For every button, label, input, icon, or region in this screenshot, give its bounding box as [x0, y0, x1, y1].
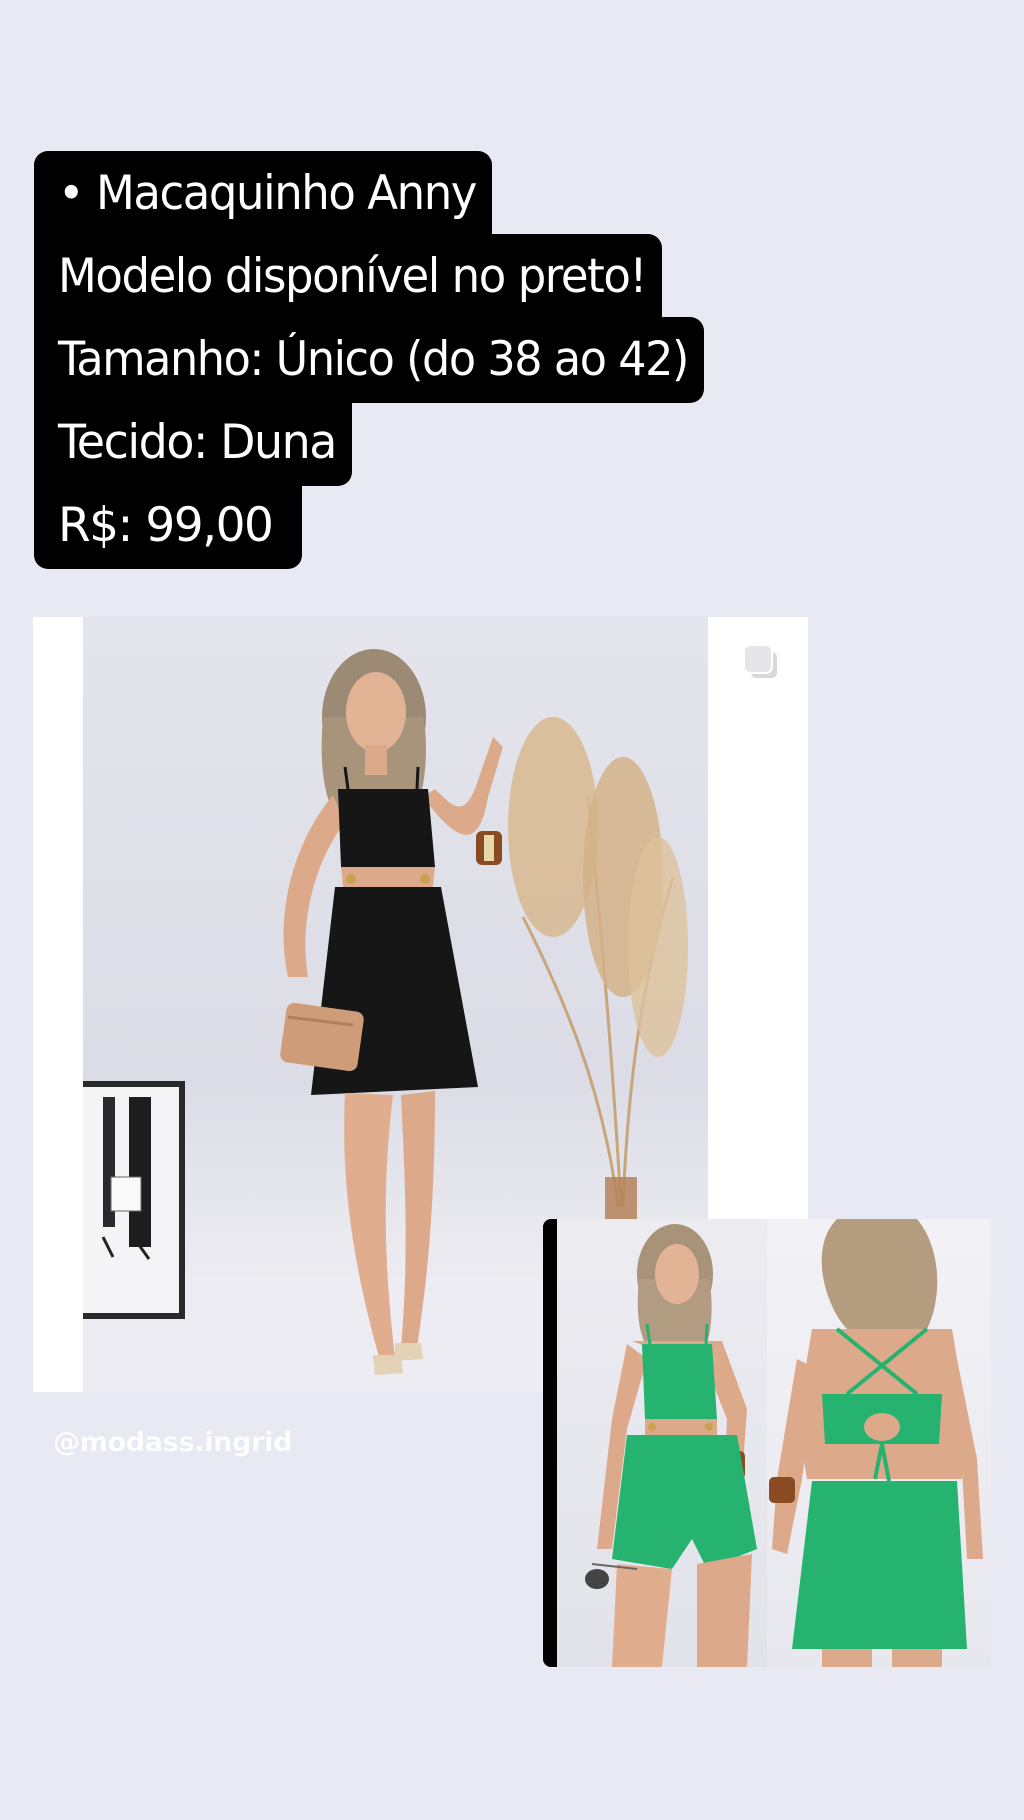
account-handle[interactable]: @modass.ingrid: [53, 1427, 292, 1458]
green-outfit-collage: [543, 1219, 991, 1667]
framed-print: [83, 1081, 185, 1319]
pampas-grass: [508, 717, 688, 1237]
caption-line-price: R$: 99,00: [34, 483, 302, 569]
caption-line-size: Tamanho: Único (do 38 ao 42): [34, 317, 704, 403]
model-figure: [280, 649, 503, 1375]
story-caption: • Macaquinho Anny Modelo disponível no p…: [34, 151, 754, 586]
multiple-photos-icon: [742, 643, 782, 683]
collage-photo-back: [767, 1219, 991, 1667]
caption-line-availability: Modelo disponível no preto!: [34, 234, 662, 320]
caption-line-product-name: • Macaquinho Anny: [34, 151, 492, 237]
collage-photo-front: [557, 1219, 773, 1667]
caption-line-fabric: Tecido: Duna: [34, 400, 352, 486]
